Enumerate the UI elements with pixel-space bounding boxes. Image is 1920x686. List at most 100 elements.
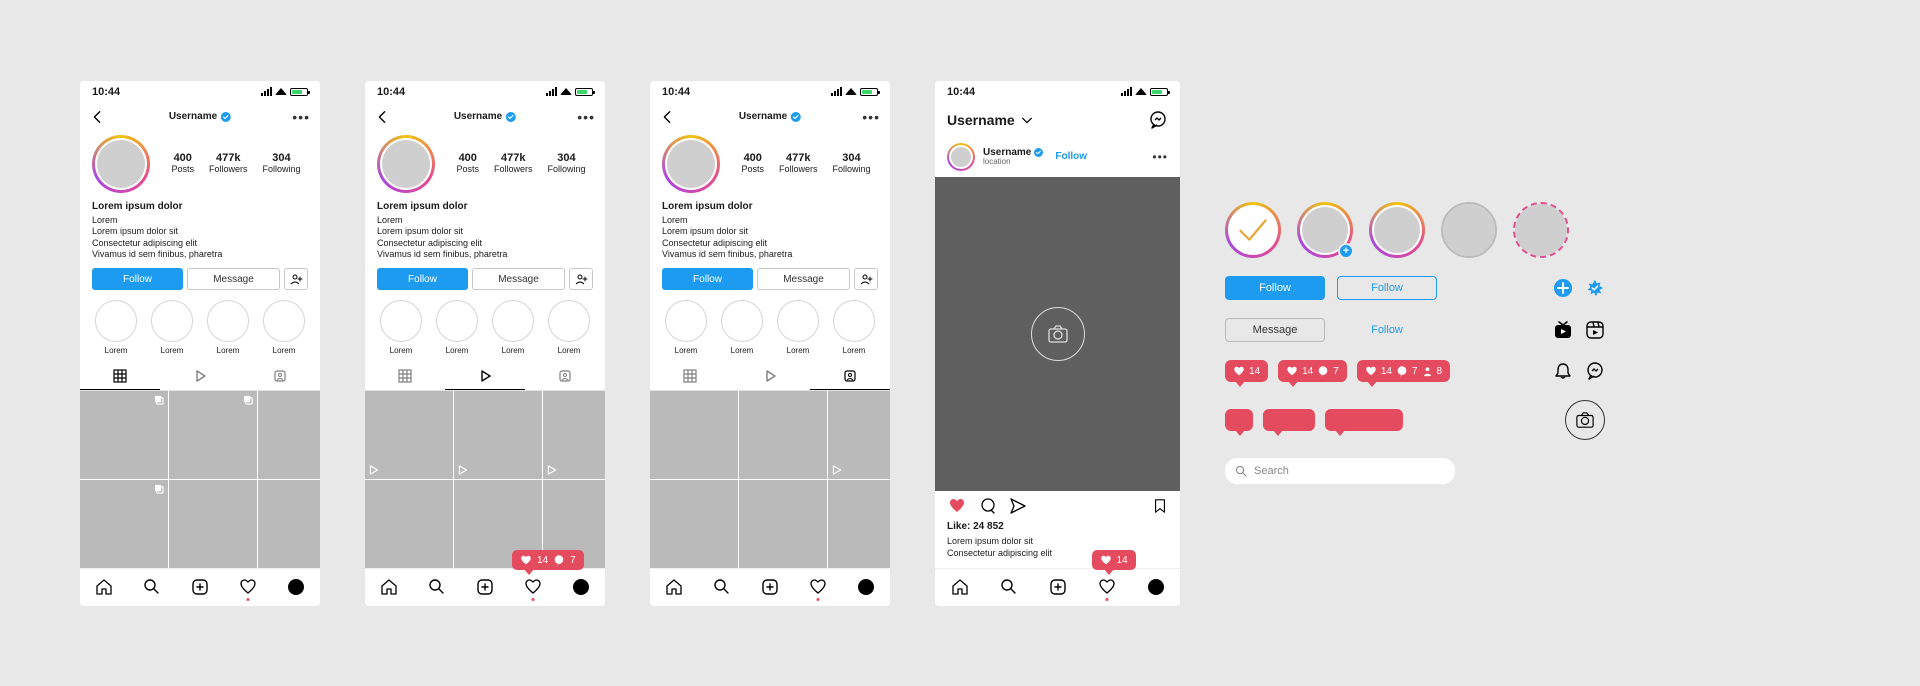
grid-cell[interactable] — [80, 480, 168, 568]
avatar-story-ring[interactable] — [377, 135, 435, 193]
message-button[interactable]: Message — [1225, 318, 1325, 342]
nav-search[interactable] — [713, 578, 731, 596]
nav-add[interactable] — [476, 578, 494, 596]
story-ring-checked[interactable] — [1225, 202, 1281, 258]
nav-profile[interactable] — [287, 578, 305, 596]
grid-cell[interactable] — [828, 391, 891, 479]
story-ring[interactable] — [1369, 202, 1425, 258]
nav-home[interactable] — [380, 578, 398, 596]
grid-cell[interactable] — [650, 391, 738, 479]
tab-grid[interactable] — [365, 362, 445, 390]
highlight-item[interactable]: Lorem — [206, 300, 250, 356]
post-avatar[interactable] — [947, 143, 975, 171]
stat-posts[interactable]: 400Posts — [171, 152, 194, 175]
highlight-item[interactable]: Lorem — [776, 300, 820, 356]
nav-home[interactable] — [95, 578, 113, 596]
nav-add[interactable] — [191, 578, 209, 596]
bookmark-button[interactable] — [1152, 497, 1168, 515]
likes-count[interactable]: Like: 24 852 — [935, 519, 1180, 534]
suggest-users-button[interactable] — [854, 268, 878, 290]
post-user-block[interactable]: Username location — [983, 147, 1043, 167]
camera-button[interactable] — [1565, 400, 1605, 440]
tab-grid[interactable] — [650, 362, 730, 390]
share-button[interactable] — [1009, 497, 1027, 515]
grid-cell[interactable] — [169, 391, 257, 479]
follow-link[interactable]: Follow — [1337, 318, 1437, 342]
stat-following[interactable]: 304Following — [547, 152, 585, 175]
stat-followers[interactable]: 477kFollowers — [494, 152, 533, 175]
grid-cell[interactable] — [365, 391, 453, 479]
comment-button[interactable] — [979, 497, 997, 515]
suggest-users-button[interactable] — [284, 268, 308, 290]
bell-icon[interactable] — [1553, 361, 1573, 381]
more-icon[interactable]: ••• — [292, 110, 310, 124]
add-circle-icon[interactable] — [1553, 278, 1573, 298]
message-button[interactable]: Message — [472, 268, 565, 290]
grid-cell[interactable] — [169, 480, 257, 568]
grid-cell[interactable] — [739, 391, 827, 479]
nav-add[interactable] — [761, 578, 779, 596]
highlight-item[interactable]: Lorem — [491, 300, 535, 356]
nav-profile[interactable] — [857, 578, 875, 596]
grid-cell[interactable] — [258, 480, 321, 568]
story-ring-close-friends[interactable] — [1513, 202, 1569, 258]
chevron-down-icon[interactable] — [1021, 114, 1033, 126]
stat-following[interactable]: 304Following — [262, 152, 300, 175]
avatar-story-ring[interactable] — [92, 135, 150, 193]
highlight-item[interactable]: Lorem — [547, 300, 591, 356]
grid-cell[interactable] — [650, 480, 738, 568]
stat-posts[interactable]: 400Posts — [456, 152, 479, 175]
back-icon[interactable] — [90, 110, 104, 124]
messenger-icon[interactable] — [1148, 110, 1168, 130]
story-ring-add[interactable]: + — [1297, 202, 1353, 258]
highlight-item[interactable]: Lorem — [832, 300, 876, 356]
nav-search[interactable] — [428, 578, 446, 596]
suggest-users-button[interactable] — [569, 268, 593, 290]
nav-activity[interactable] — [809, 578, 827, 596]
follow-button[interactable]: Follow — [92, 268, 183, 290]
follow-button[interactable]: Follow — [377, 268, 468, 290]
highlight-item[interactable]: Lorem — [435, 300, 479, 356]
message-button[interactable]: Message — [757, 268, 850, 290]
nav-activity[interactable] — [239, 578, 257, 596]
grid-cell[interactable] — [739, 480, 827, 568]
follow-button-filled[interactable]: Follow — [1225, 276, 1325, 300]
highlight-item[interactable]: Lorem — [379, 300, 423, 356]
highlight-item[interactable]: Lorem — [720, 300, 764, 356]
tab-tagged[interactable] — [810, 362, 890, 390]
nav-home[interactable] — [665, 578, 683, 596]
tab-grid[interactable] — [80, 362, 160, 390]
tab-tagged[interactable] — [525, 362, 605, 390]
tab-reels[interactable] — [160, 362, 240, 390]
grid-cell[interactable] — [258, 391, 321, 479]
reels-icon[interactable] — [1585, 320, 1605, 340]
more-icon[interactable]: ••• — [862, 110, 880, 124]
messenger-icon[interactable] — [1585, 361, 1605, 381]
post-image[interactable] — [935, 177, 1180, 492]
igtv-icon[interactable] — [1553, 320, 1573, 340]
highlight-item[interactable]: Lorem — [262, 300, 306, 356]
grid-cell[interactable] — [454, 391, 542, 479]
back-icon[interactable] — [660, 110, 674, 124]
nav-search[interactable] — [1000, 578, 1018, 596]
message-button[interactable]: Message — [187, 268, 280, 290]
nav-profile[interactable] — [1147, 578, 1165, 596]
nav-search[interactable] — [143, 578, 161, 596]
grid-cell[interactable] — [365, 480, 453, 568]
avatar-story-ring[interactable] — [662, 135, 720, 193]
like-button[interactable] — [947, 497, 967, 515]
nav-profile[interactable] — [572, 578, 590, 596]
highlight-item[interactable]: Lorem — [94, 300, 138, 356]
grid-cell[interactable] — [828, 480, 891, 568]
header-username[interactable]: Username — [947, 112, 1015, 128]
back-icon[interactable] — [375, 110, 389, 124]
more-icon[interactable]: ••• — [577, 110, 595, 124]
nav-activity[interactable]: 14 7 — [524, 578, 542, 596]
more-icon[interactable]: ••• — [1152, 151, 1168, 163]
follow-button[interactable]: Follow — [662, 268, 753, 290]
search-input[interactable]: Search — [1225, 458, 1455, 484]
follow-link[interactable]: Follow — [1055, 151, 1087, 162]
grid-cell[interactable] — [80, 391, 168, 479]
nav-activity[interactable]: 14 — [1098, 578, 1116, 596]
nav-add[interactable] — [1049, 578, 1067, 596]
